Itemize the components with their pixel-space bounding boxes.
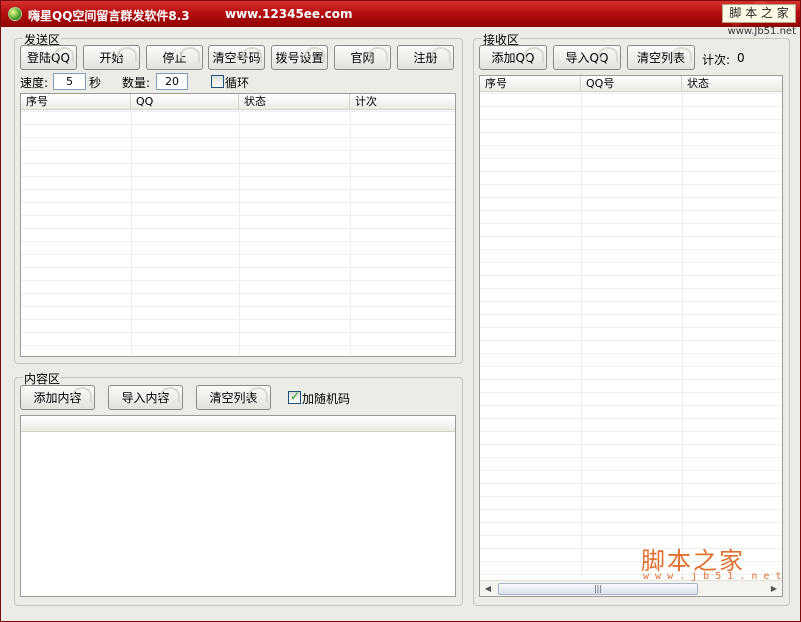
main-window: 嗨星QQ空间留言群发软件8.3 www.12345ee.com 脚 本 之 家 … (0, 0, 801, 622)
login-qq-button[interactable]: 登陆QQ (20, 45, 77, 70)
column-header-index[interactable]: 序号 (21, 94, 131, 110)
column-divider (682, 93, 683, 578)
loop-checkbox[interactable] (211, 75, 224, 88)
speed-unit-label: 秒 (89, 76, 102, 90)
stop-button[interactable]: 停止 (146, 45, 203, 70)
content-list-header (21, 416, 455, 432)
receive-list-rows[interactable] (480, 93, 782, 578)
receive-list-header: 序号 QQ号 状态 (480, 76, 782, 92)
clear-content-list-button[interactable]: 清空列表 (196, 385, 271, 410)
column-header-status[interactable]: 状态 (239, 94, 350, 110)
column-divider (581, 93, 582, 578)
column-header-index[interactable]: 序号 (480, 76, 581, 92)
import-content-button[interactable]: 导入内容 (108, 385, 183, 410)
title-bar[interactable]: 嗨星QQ空间留言群发软件8.3 www.12345ee.com 脚 本 之 家 (1, 1, 800, 27)
column-header-count[interactable]: 计次 (350, 94, 455, 110)
dial-settings-button[interactable]: 拨号设置 (271, 45, 328, 70)
send-list-rows[interactable] (21, 111, 455, 356)
jb51-logo-badge: 脚 本 之 家 (722, 4, 796, 23)
speed-label: 速度: (20, 76, 49, 90)
register-button[interactable]: 注册 (397, 45, 454, 70)
window-title: 嗨星QQ空间留言群发软件8.3 (28, 9, 190, 23)
column-header-qq-number[interactable]: QQ号 (581, 76, 682, 92)
receive-count-label: 计次: (702, 53, 731, 67)
import-qq-button[interactable]: 导入QQ (553, 45, 621, 70)
clear-receive-list-button[interactable]: 清空列表 (627, 45, 695, 70)
receive-count-value: 0 (737, 51, 745, 65)
official-site-button[interactable]: 官网 (334, 45, 391, 70)
scroll-right-arrow-icon[interactable]: ▶ (767, 581, 781, 596)
jb51-logo-url: www.Jb51.net (727, 26, 796, 37)
column-divider (131, 111, 132, 356)
clear-numbers-button[interactable]: 清空号码 (208, 45, 265, 70)
receive-list-table[interactable]: 序号 QQ号 状态 ◀ ||| ▶ (479, 75, 783, 597)
scrollbar-thumb[interactable]: ||| (498, 583, 698, 595)
speed-input[interactable]: 5 (53, 73, 86, 90)
count-input[interactable]: 20 (156, 73, 188, 90)
add-content-button[interactable]: 添加内容 (20, 385, 95, 410)
column-divider (350, 111, 351, 356)
horizontal-scrollbar[interactable]: ◀ ||| ▶ (480, 580, 782, 596)
column-divider (239, 111, 240, 356)
column-header-status[interactable]: 状态 (682, 76, 782, 92)
count-label: 数量: (122, 76, 151, 90)
website-label: www.12345ee.com (225, 7, 353, 21)
content-list[interactable] (20, 415, 456, 597)
column-header-qq[interactable]: QQ (131, 94, 239, 110)
watermark-url: w w w . j b 5 1 . n e t (643, 571, 782, 582)
random-code-label: 加随机码 (302, 392, 351, 406)
add-qq-button[interactable]: 添加QQ (479, 45, 547, 70)
random-code-checkbox[interactable] (288, 389, 301, 404)
scroll-left-arrow-icon[interactable]: ◀ (481, 581, 495, 596)
start-button[interactable]: 开始 (83, 45, 140, 70)
loop-label: 循环 (225, 76, 250, 90)
app-icon (8, 7, 22, 21)
send-list-table[interactable]: 序号 QQ 状态 计次 (20, 93, 456, 357)
send-list-header: 序号 QQ 状态 计次 (21, 94, 455, 110)
